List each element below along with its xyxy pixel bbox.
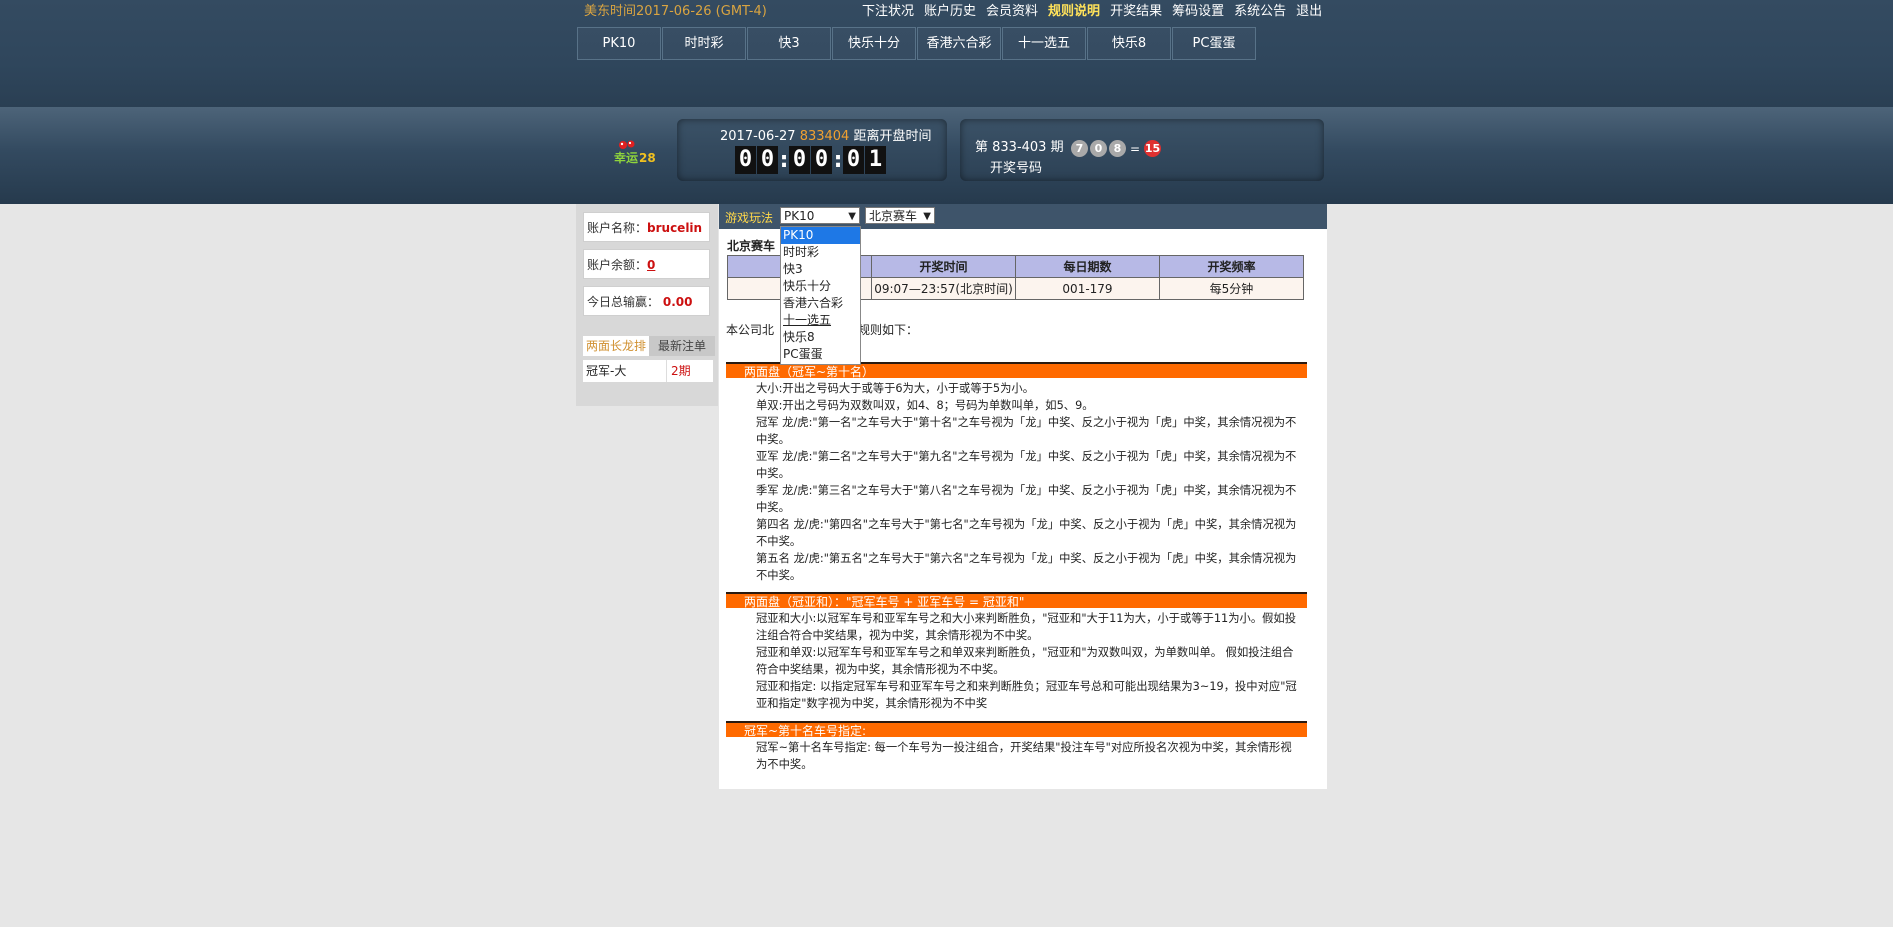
dropdown-option[interactable]: 快乐十分 [781,278,860,295]
nav-draw-results[interactable]: 开奖结果 [1100,0,1162,19]
long-dragon-count: 2期 [671,364,691,378]
rule-text: 单双:开出之号码为双数叫双，如4、8；号码为单数叫单，如5、9。 [756,399,1094,412]
equals-sign: = [1130,141,1141,156]
table-cell: 09:07—23:57(北京时间) [871,277,1016,300]
tab-hk-mark6[interactable]: 香港六合彩 [917,27,1001,60]
last-result-panel: 第 833-403 期 开奖号码 7 0 8 = 15 [960,119,1324,181]
subgame-select[interactable]: 北京赛车 ▼ [865,207,935,224]
tab-kuaile8[interactable]: 快乐8 [1087,27,1171,60]
clock-text: 美东时间2017-06-26 (GMT-4) [584,4,767,19]
rule-text: 季军 龙/虎:"第三名"之车号大于"第八名"之车号视为「龙」中奖、反之小于视为「… [756,484,1297,514]
dropdown-option[interactable]: 十一选五 [781,312,860,329]
countdown-digit: 0 [789,146,810,174]
rule-text: 冠亚和单双:以冠军车号和亚军车号之和单双来判断胜负，"冠亚和"为双数叫双，为单数… [756,646,1294,676]
rule-text: 冠亚和大小:以冠军车号和亚军车号之和大小来判断胜负，"冠亚和"大于11为大，小于… [756,612,1297,642]
game-tabs: PK10 时时彩 快3 快乐十分 香港六合彩 十一选五 快乐8 PC蛋蛋 [577,27,1257,60]
game-select-dropdown: PK10 时时彩 快3 快乐十分 香港六合彩 十一选五 快乐8 PC蛋蛋 [780,226,861,365]
result-ball: 8 [1109,140,1126,157]
rules-intro-left: 本公司北 [726,323,775,337]
lucky28-logo: 幸运 28 [614,140,656,165]
dropdown-option[interactable]: PK10 [781,227,860,244]
result-balls: 7 0 8 = 15 [1071,140,1163,157]
subgame-select-value: 北京赛车 [869,209,918,223]
countdown-digit: 0 [811,146,832,174]
countdown-colon: : [833,147,843,173]
tab-pk10[interactable]: PK10 [577,27,661,60]
dropdown-option[interactable]: 香港六合彩 [781,295,860,312]
countdown-digit: 0 [843,146,864,174]
table-header: 开奖频率 [1159,255,1304,278]
rule-text: 亚军 龙/虎:"第二名"之车号大于"第九名"之车号视为「龙」中奖、反之小于视为「… [756,450,1297,480]
svg-text:幸运: 幸运 [614,150,638,165]
account-panel: 账户名称：brucelin 账户余额：0 今日总输赢： 0.00 两面长龙排 最… [576,204,718,406]
dropdown-arrow-icon: ▼ [923,211,931,222]
nav-announcements[interactable]: 系统公告 [1224,0,1286,19]
account-balance-row: 账户余额：0 [583,249,710,279]
account-profit-label: 今日总输赢： [587,295,660,309]
nav-logout[interactable]: 退出 [1286,0,1322,19]
countdown-panel: 2017-06-27 833404 距离开盘时间 0 0 : 0 0 : 0 1 [677,119,947,181]
account-profit-row: 今日总输赢： 0.00 [583,286,710,316]
game-select-value: PK10 [784,209,815,223]
account-profit: 0.00 [662,295,693,309]
dropdown-option[interactable]: 时时彩 [781,244,860,261]
tab-pc-dandan[interactable]: PC蛋蛋 [1172,27,1256,60]
table-cell: 001-179 [1015,277,1160,300]
account-name-label: 账户名称： [587,221,648,235]
top-header: 美东时间2017-06-26 (GMT-4) 下注状况 账户历史 会员资料 规则… [0,0,1893,107]
countdown-label: 距离开盘时间 [853,129,932,144]
draw-number-label: 开奖号码 [990,161,1043,176]
dropdown-option[interactable]: PC蛋蛋 [781,346,860,363]
countdown-colon: : [779,147,789,173]
next-issue: 833404 [799,129,850,144]
tab-latest-bets[interactable]: 最新注单 [649,336,715,356]
draw-date: 2017-06-27 [720,129,796,144]
dropdown-option[interactable]: 快3 [781,261,860,278]
countdown-digit: 0 [757,146,778,174]
dropdown-arrow-icon: ▼ [848,211,856,222]
account-name: brucelin [647,221,703,235]
countdown-digit: 0 [735,146,756,174]
game-select[interactable]: PK10 ▼ [780,207,860,224]
account-name-row: 账户名称：brucelin [583,212,710,242]
long-dragon-item: 冠军-大 [583,360,667,382]
rules-intro-right: 规则如下： [858,323,919,337]
tab-shishicai[interactable]: 时时彩 [662,27,746,60]
result-ball: 0 [1090,140,1107,157]
section-header: 冠军~第十名车号指定: [726,721,1307,738]
rule-text: 冠军~第十名车号指定: 每一个车号为一投注组合，开奖结果"投注车号"对应所投名次… [756,741,1292,771]
nav-member-info[interactable]: 会员资料 [976,0,1038,19]
play-label: 游戏玩法 [725,211,774,225]
nav-chip-settings[interactable]: 筹码设置 [1162,0,1224,19]
countdown-timer: 0 0 : 0 0 : 0 1 [735,146,887,174]
last-issue-label: 第 833-403 期 [975,140,1064,155]
rule-text: 第五名 龙/虎:"第五名"之车号大于"第六名"之车号视为「龙」中奖、反之小于视为… [756,552,1297,582]
nav-rules[interactable]: 规则说明 [1038,0,1100,19]
tab-long-dragon[interactable]: 两面长龙排 [583,336,649,356]
result-sum-ball: 15 [1144,140,1162,157]
svg-text:28: 28 [639,151,656,165]
tab-k3[interactable]: 快3 [747,27,831,60]
account-balance-label: 账户余额： [587,258,648,272]
account-balance[interactable]: 0 [647,258,655,272]
rule-text: 第四名 龙/虎:"第四名"之车号大于"第七名"之车号视为「龙」中奖、反之小于视为… [756,518,1297,548]
left-tabs: 两面长龙排 最新注单 [583,336,715,356]
result-ball: 7 [1071,140,1088,157]
table-cell: 每5分钟 [1159,277,1304,300]
table-header: 每日期数 [1015,255,1160,278]
rule-text: 大小:开出之号码大于或等于6为大，小于或等于5为小。 [756,382,1035,395]
table-header: 开奖时间 [871,255,1016,278]
dropdown-option[interactable]: 快乐8 [781,329,860,346]
countdown-digit: 1 [865,146,886,174]
nav-account-history[interactable]: 账户历史 [914,0,976,19]
long-dragon-row: 冠军-大 2期 [583,360,713,382]
rule-text: 冠亚和指定: 以指定冠军车号和亚军车号之和来判断胜负；冠亚车号总和可能出现结果为… [756,680,1297,710]
tab-11x5[interactable]: 十一选五 [1002,27,1086,60]
top-nav: 下注状况 账户历史 会员资料 规则说明 开奖结果 筹码设置 系统公告 退出 [852,0,1322,19]
section-header: 两面盘（冠亚和）："冠军车号 + 亚军车号 = 冠亚和" [726,592,1307,609]
nav-bet-status[interactable]: 下注状况 [852,0,914,19]
rules-title: 北京赛车 [727,239,776,253]
tab-kuaile10[interactable]: 快乐十分 [832,27,916,60]
rule-text: 冠军 龙/虎:"第一名"之车号大于"第十名"之车号视为「龙」中奖、反之小于视为「… [756,416,1297,446]
